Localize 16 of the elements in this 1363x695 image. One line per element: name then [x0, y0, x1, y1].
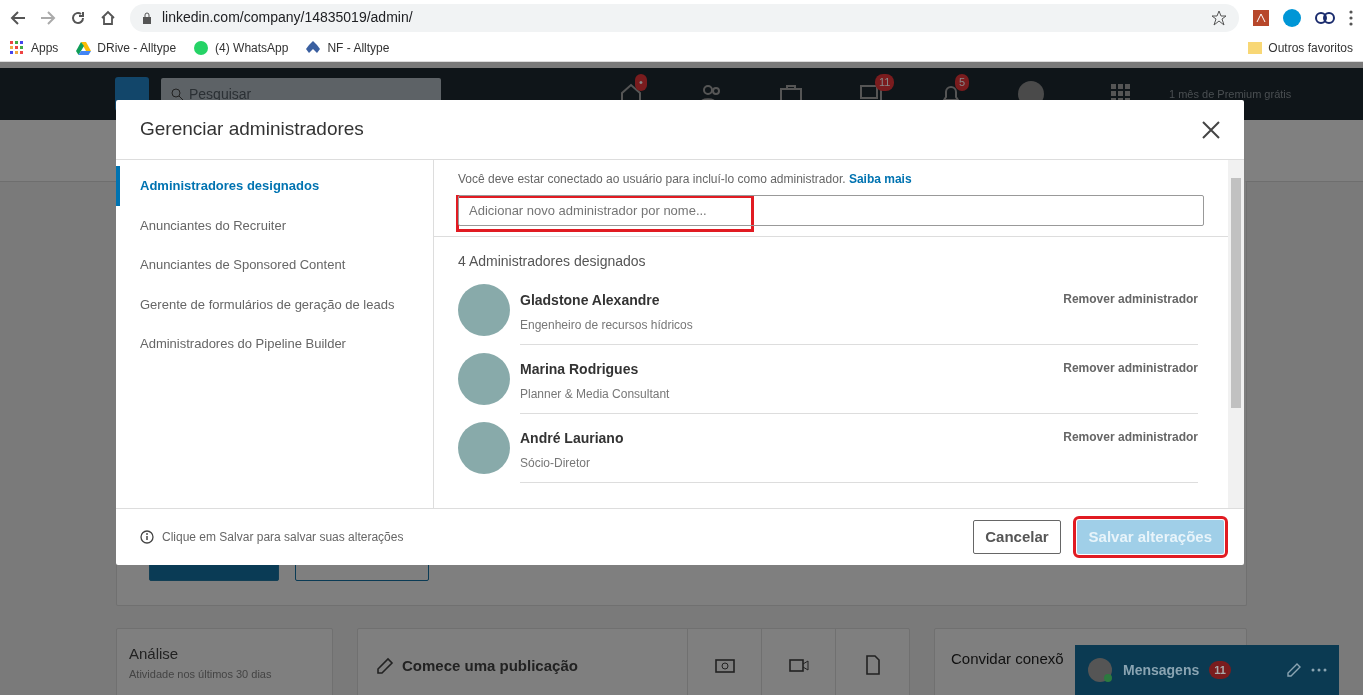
admin-count: 4 Administradores designados: [458, 252, 647, 271]
notification-badge: 11: [875, 74, 895, 91]
admin-headline: Planner & Media Consultant: [520, 386, 670, 403]
messaging-label: Mensagens: [1123, 660, 1200, 680]
admin-headline: Engenheiro de recursos hídricos: [520, 317, 693, 334]
notification-badge: 5: [955, 74, 970, 91]
notification-badge: 11: [1209, 660, 1231, 680]
footer-hint: Clique em Salvar para salvar suas alterações: [162, 529, 404, 546]
notice-text: Você deve estar conectado ao usuário para incluí-lo como administrador.: [458, 172, 846, 186]
invite-title: Convidar conexõ: [951, 650, 1064, 667]
analytics-subtitle: Atividade nos últimos 30 dias: [129, 666, 273, 682]
admin-headline: Sócio-Diretor: [520, 455, 592, 472]
url-text: linkedin.com/company/14835019/admin/: [162, 8, 414, 27]
analytics-title: Análise: [129, 644, 180, 664]
notification-badge: •: [635, 74, 647, 91]
dialog-title: Gerenciar administradores: [140, 117, 364, 142]
